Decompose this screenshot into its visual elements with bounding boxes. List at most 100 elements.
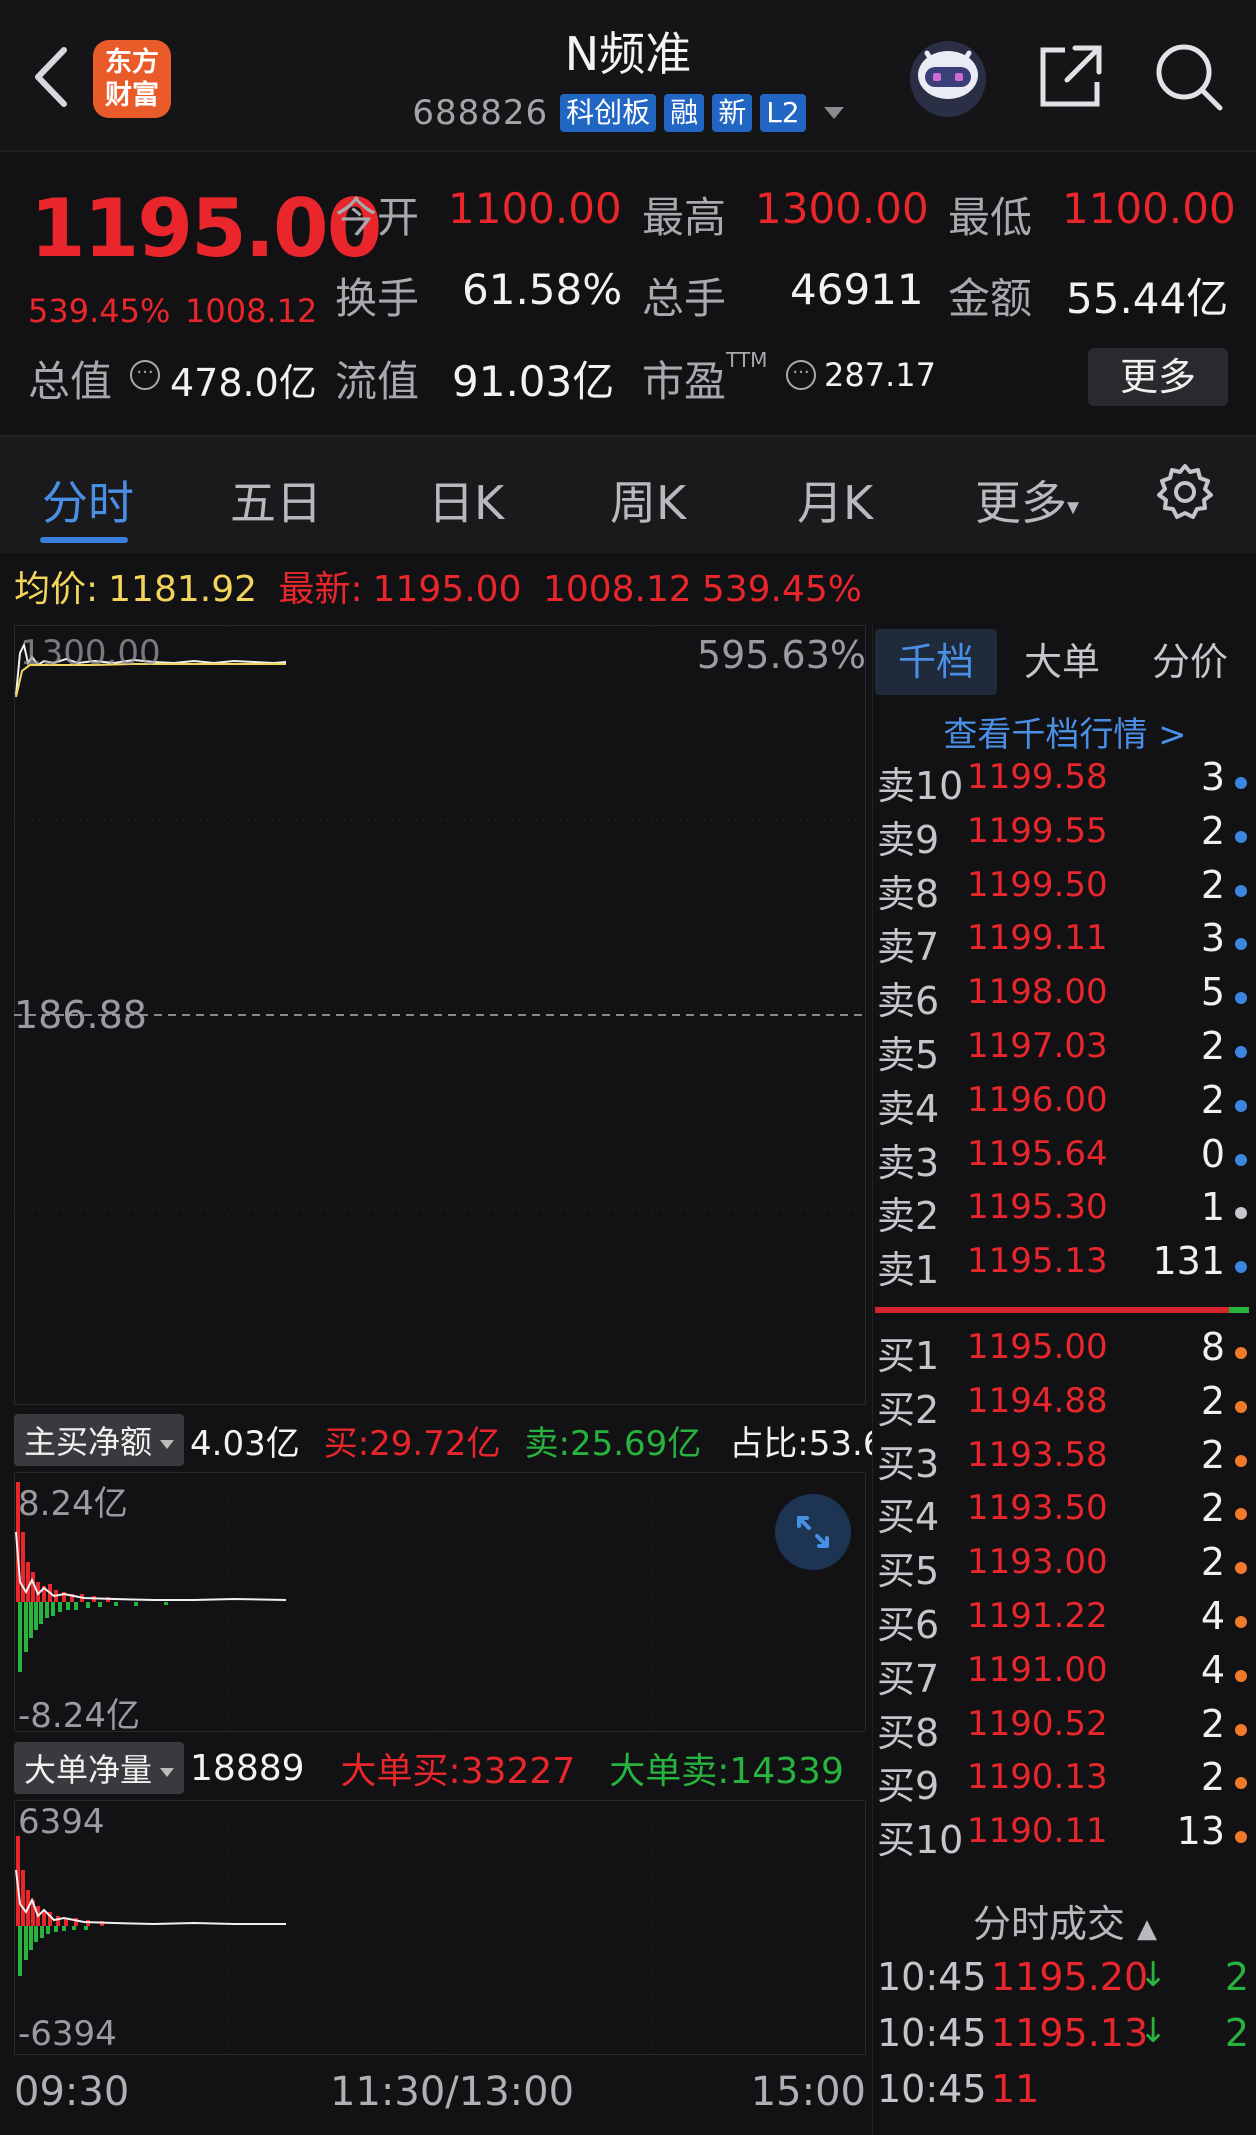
flow-top-scale: 8.24亿	[18, 1484, 128, 1524]
bid-volume: 2	[1200, 1701, 1225, 1746]
stock-code-row[interactable]: 688826 科创板 融 新 L2	[380, 93, 876, 133]
big-order-net-line	[15, 1869, 286, 1926]
low-value: 1100.00	[1062, 184, 1236, 233]
bid-row[interactable]: 买9 1190.13 2	[873, 1755, 1253, 1809]
bid-level-label: 买5	[877, 1549, 940, 1594]
bid-dot-icon	[1235, 1454, 1247, 1467]
bid-price: 1193.00	[967, 1542, 1108, 1583]
capital-flow-chart[interactable]: 8.24亿 -8.24亿	[13, 1471, 867, 1736]
bid-row[interactable]: 买6 1191.22 4	[873, 1594, 1253, 1648]
chevron-down-icon[interactable]	[823, 107, 844, 119]
capital-flow-dropdown-label: 主买净额	[24, 1423, 153, 1461]
bid-row[interactable]: 买3 1193.58 2	[873, 1433, 1253, 1487]
tab-big-orders[interactable]: 大单	[1007, 629, 1117, 695]
ask-price: 1199.55	[967, 810, 1108, 851]
tick-trades-header[interactable]: 分时成交 ▲	[873, 1893, 1256, 1948]
back-arrow-icon[interactable]	[28, 42, 78, 112]
bid-dot-icon	[1235, 1508, 1247, 1521]
bid-volume: 4	[1200, 1647, 1225, 1692]
ask-dot-icon	[1235, 830, 1247, 843]
bid-row[interactable]: 买2 1194.88 2	[873, 1379, 1253, 1433]
caret-up-icon: ▲	[1137, 1914, 1158, 1944]
bid-dot-icon	[1235, 1777, 1247, 1790]
capital-flow-dropdown[interactable]: 主买净额	[14, 1414, 185, 1466]
tab-five-day[interactable]: 五日	[230, 467, 322, 533]
big-order-top-scale: 6394	[18, 1802, 105, 1842]
ask-level-label: 卖2	[877, 1194, 940, 1239]
view-thousand-levels-link[interactable]: 查看千档行情 >	[873, 707, 1256, 756]
bid-price: 1190.52	[967, 1703, 1108, 1744]
big-order-bottom-scale: -6394	[18, 2014, 117, 2054]
ask-row[interactable]: 卖2 1195.30 1	[873, 1185, 1253, 1239]
info-dots-icon[interactable]: ···	[786, 360, 816, 390]
logo-text-line1: 东方	[105, 47, 159, 78]
ask-row[interactable]: 卖4 1196.00 2	[873, 1078, 1253, 1132]
bid-row[interactable]: 买8 1190.52 2	[873, 1702, 1253, 1756]
bid-volume: 8	[1200, 1325, 1225, 1369]
bid-row[interactable]: 买4 1193.50 2	[873, 1486, 1253, 1540]
ask-dot-icon	[1235, 1261, 1247, 1274]
bid-row[interactable]: 买5 1193.00 2	[873, 1540, 1253, 1594]
ask-dot-icon	[1235, 938, 1247, 951]
time-axis: 09:30 11:30/13:00 15:00	[14, 2063, 866, 2123]
ask-row[interactable]: 卖5 1197.03 2	[873, 1024, 1253, 1078]
bid-row[interactable]: 买10 1190.11 13	[873, 1809, 1253, 1863]
big-order-dropdown[interactable]: 大单净量	[14, 1742, 185, 1794]
spread-divider-green	[1229, 1307, 1249, 1313]
ask-row[interactable]: 卖8 1199.50 2	[873, 863, 1253, 917]
change-percent: 539.45%	[28, 292, 171, 330]
tab-price-distribution[interactable]: 分价	[1131, 629, 1249, 695]
ask-row[interactable]: 卖10 1199.58 3	[873, 755, 1253, 809]
ask-volume: 5	[1200, 970, 1225, 1015]
big-order-dropdown-label: 大单净量	[24, 1751, 153, 1789]
expand-chart-button[interactable]	[775, 1494, 851, 1570]
assistant-robot-icon[interactable]	[905, 35, 991, 119]
ask-row[interactable]: 卖6 1198.00 5	[873, 970, 1253, 1024]
ask-row[interactable]: 卖7 1199.11 3	[873, 916, 1253, 970]
pe-label: 市盈TTM	[642, 348, 767, 409]
time-midday: 11:30/13:00	[330, 2069, 575, 2115]
tab-thousand-levels[interactable]: 千档	[875, 629, 997, 695]
search-icon[interactable]	[1150, 38, 1226, 114]
bid-price: 1190.13	[967, 1757, 1108, 1798]
ask-price: 1199.50	[967, 864, 1108, 905]
ask-level-label: 卖3	[877, 1140, 940, 1185]
stock-code: 688826	[412, 93, 549, 133]
bid-volume: 4	[1200, 1594, 1225, 1638]
ask-price: 1195.64	[967, 1133, 1108, 1174]
trade-row: 10:45 11	[877, 2067, 1253, 2123]
tab-more[interactable]: 更多▾	[975, 467, 1079, 533]
bid-level-label: 买3	[877, 1441, 940, 1486]
ask-row[interactable]: 卖3 1195.64 0	[873, 1132, 1253, 1186]
tab-intraday[interactable]: 分时	[42, 467, 134, 533]
bid-row[interactable]: 买7 1191.00 4	[873, 1648, 1253, 1702]
trade-time: 10:45	[877, 2067, 987, 2111]
tab-monthly-k[interactable]: 月K	[797, 467, 873, 533]
bid-volume: 2	[1200, 1540, 1225, 1585]
info-dots-icon[interactable]: ···	[130, 360, 160, 390]
time-close: 15:00	[750, 2069, 866, 2115]
tab-weekly-k[interactable]: 周K	[610, 467, 686, 533]
tab-daily-k[interactable]: 日K	[428, 467, 504, 533]
ask-level-label: 卖10	[877, 764, 964, 808]
spread-divider	[875, 1307, 1249, 1313]
average-price-row: 均价: 1181.92 最新: 1195.00 1008.12 539.45%	[14, 560, 872, 612]
share-icon[interactable]	[1035, 40, 1107, 112]
big-order-chart[interactable]: 6394 -6394	[13, 1799, 867, 2056]
change-amount: 1008.12	[185, 292, 318, 330]
intraday-chart[interactable]: 1300.00 595.63% 186.88	[13, 624, 867, 1406]
more-button[interactable]: 更多	[1088, 348, 1228, 406]
ask-dot-icon	[1235, 884, 1247, 897]
ask-dot-icon	[1235, 1099, 1247, 1112]
bid-row[interactable]: 买1 1195.00 8	[873, 1325, 1253, 1379]
ask-row[interactable]: 卖9 1199.55 2	[873, 809, 1253, 863]
bid-dot-icon	[1235, 1347, 1247, 1359]
open-label: 今开	[335, 193, 420, 242]
settings-gear-icon[interactable]	[1155, 462, 1215, 522]
chart-top-percent: 595.63%	[696, 633, 866, 677]
avg-value: 1181.92	[108, 569, 258, 610]
trade-volume: 2	[1224, 1955, 1249, 1999]
high-label: 最高	[642, 193, 727, 242]
ask-level-label: 卖5	[877, 1033, 940, 1077]
ask-row[interactable]: 卖1 1195.13 131	[873, 1239, 1253, 1293]
